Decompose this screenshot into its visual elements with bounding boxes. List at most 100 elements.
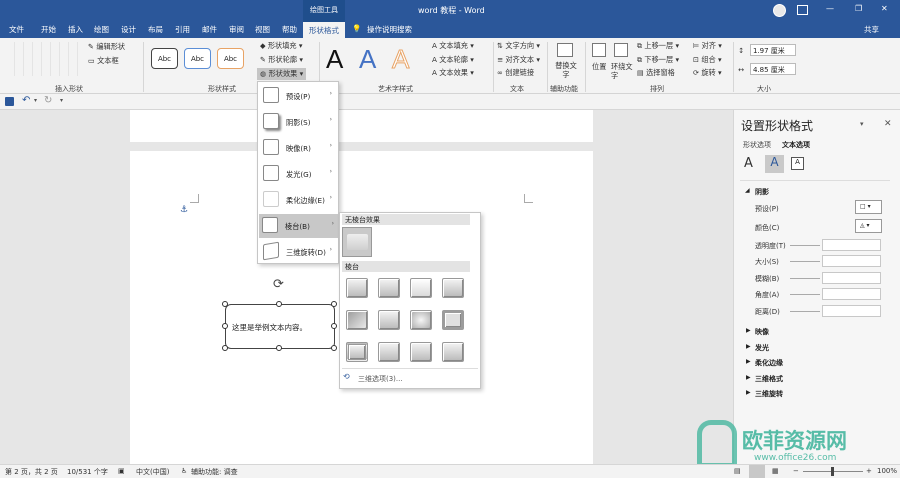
bevel-riblet[interactable]: [378, 342, 400, 362]
alt-text-icon[interactable]: [557, 43, 573, 57]
bevel-angle[interactable]: [346, 310, 368, 330]
create-link-button[interactable]: ∞ 创建链接: [497, 68, 534, 78]
menu-item-soft-edges[interactable]: 柔化边缘(E) ›: [260, 188, 336, 212]
align-button[interactable]: ⊨ 对齐 ▾: [693, 41, 722, 51]
bevel-cross[interactable]: [410, 278, 432, 298]
text-effects-icon[interactable]: A: [765, 155, 784, 173]
proofing-icon[interactable]: ▣: [118, 467, 125, 475]
text-box-button[interactable]: ▭ 文本框: [88, 56, 119, 66]
word-count[interactable]: 10/531 个字: [67, 467, 108, 477]
page-count[interactable]: 第 2 页，共 2 页: [5, 467, 58, 477]
size-input[interactable]: [822, 255, 881, 267]
resize-handle-b[interactable]: [276, 345, 282, 351]
restore-button[interactable]: ❐: [855, 4, 862, 13]
share-button[interactable]: 共享: [864, 24, 879, 35]
pane-close-icon[interactable]: ✕: [884, 119, 892, 129]
zoom-level[interactable]: 100%: [877, 467, 897, 475]
close-button[interactable]: ✕: [881, 4, 888, 13]
wordart-style-1[interactable]: A: [326, 44, 343, 75]
shape-effects-button[interactable]: ◍ 形状效果 ▾: [257, 68, 307, 80]
text-box-icon[interactable]: A: [791, 157, 804, 170]
transparency-slider[interactable]: [790, 245, 820, 246]
tab-review[interactable]: 审阅: [229, 24, 244, 35]
style-abc-3[interactable]: Abc: [217, 48, 244, 69]
size-slider[interactable]: [790, 261, 820, 262]
tab-text-options[interactable]: 文本选项: [782, 140, 810, 150]
bevel-slope[interactable]: [442, 310, 464, 330]
print-layout-icon[interactable]: [749, 465, 765, 478]
section-reflection[interactable]: 映像: [755, 327, 769, 337]
resize-handle-br[interactable]: [331, 345, 337, 351]
distance-slider[interactable]: [790, 311, 820, 312]
shape-fill-button[interactable]: ◆ 形状填充 ▾: [260, 41, 302, 51]
resize-handle-t[interactable]: [276, 301, 282, 307]
tab-layout[interactable]: 布局: [148, 24, 163, 35]
distance-input[interactable]: [822, 305, 881, 317]
section-3d-rotation[interactable]: 三维旋转: [755, 389, 783, 399]
tab-design[interactable]: 设计: [121, 24, 136, 35]
align-text-button[interactable]: ≡ 对齐文本 ▾: [497, 55, 540, 65]
undo-icon[interactable]: ↶: [22, 95, 30, 106]
menu-item-bevel[interactable]: 棱台(B) ›: [259, 214, 338, 238]
text-direction-button[interactable]: ⇅ 文字方向 ▾: [497, 41, 540, 51]
selection-pane-button[interactable]: ▤ 选择窗格: [637, 68, 675, 78]
section-shadow[interactable]: 阴影: [755, 187, 769, 197]
tab-view[interactable]: 视图: [255, 24, 270, 35]
rotate-handle-icon[interactable]: ⟳: [273, 277, 284, 292]
zoom-in-button[interactable]: +: [866, 467, 872, 475]
rotate-button[interactable]: ⟳ 旋转 ▾: [693, 68, 722, 78]
bevel-hard-edge[interactable]: [410, 342, 432, 362]
edit-shape-button[interactable]: ✎ 编辑形状: [88, 42, 125, 52]
position-label[interactable]: 位置: [592, 62, 606, 72]
transparency-input[interactable]: [822, 239, 881, 251]
minimize-button[interactable]: —: [826, 4, 834, 13]
color-picker[interactable]: ◬ ▾: [855, 219, 882, 233]
tab-insert[interactable]: 插入: [68, 24, 83, 35]
shape-width-input[interactable]: 4.85 厘米: [750, 63, 796, 75]
text-fill-button[interactable]: A 文本填充 ▾: [432, 41, 474, 51]
send-backward-button[interactable]: ⧉ 下移一层 ▾: [637, 55, 679, 65]
shape-height-input[interactable]: 1.97 厘米: [750, 44, 796, 56]
customize-qat-icon[interactable]: ▾: [60, 97, 63, 104]
resize-handle-l[interactable]: [222, 323, 228, 329]
web-layout-icon[interactable]: ▦: [772, 467, 779, 475]
zoom-slider-thumb[interactable]: [831, 467, 834, 476]
resize-handle-tr[interactable]: [331, 301, 337, 307]
rounded-rectangle-shape[interactable]: 这里是举例文本内容。: [225, 304, 335, 349]
bevel-divot[interactable]: [346, 342, 368, 362]
resize-handle-bl[interactable]: [222, 345, 228, 351]
text-outline-button[interactable]: A 文本轮廓 ▾: [432, 55, 474, 65]
bring-forward-button[interactable]: ⧉ 上移一层 ▾: [637, 41, 679, 51]
group-button[interactable]: ⊡ 组合 ▾: [693, 55, 722, 65]
anchor-icon[interactable]: ⚓: [180, 205, 188, 215]
menu-item-reflection[interactable]: 映像(R) ›: [260, 136, 336, 160]
bevel-cool-slant[interactable]: [442, 278, 464, 298]
ribbon-display-options-icon[interactable]: [797, 5, 808, 15]
text-fill-outline-icon[interactable]: A: [744, 156, 753, 171]
shape-outline-button[interactable]: ✎ 形状轮廓 ▾: [260, 55, 303, 65]
resize-handle-tl[interactable]: [222, 301, 228, 307]
tab-home[interactable]: 开始: [41, 24, 56, 35]
bevel-convex[interactable]: [410, 310, 432, 330]
tell-me-search[interactable]: 操作说明搜索: [367, 24, 412, 35]
wordart-style-2[interactable]: A: [359, 44, 376, 75]
section-3d-format[interactable]: 三维格式: [755, 374, 783, 384]
zoom-out-button[interactable]: −: [793, 467, 799, 475]
read-mode-icon[interactable]: ▤: [734, 467, 741, 475]
bevel-art-deco[interactable]: [442, 342, 464, 362]
bevel-circle[interactable]: [346, 278, 368, 298]
language[interactable]: 中文(中国): [136, 467, 169, 477]
tab-mailings[interactable]: 邮件: [202, 24, 217, 35]
save-icon[interactable]: [5, 97, 14, 106]
blur-input[interactable]: [822, 272, 881, 284]
shapes-gallery[interactable]: [6, 42, 80, 76]
accessibility-status[interactable]: 辅助功能: 调查: [191, 467, 238, 477]
menu-item-preset[interactable]: 预设(P) ›: [260, 84, 336, 108]
angle-input[interactable]: [822, 288, 881, 300]
tab-draw[interactable]: 绘图: [94, 24, 109, 35]
menu-item-3d-rotation[interactable]: 三维旋转(D) ›: [260, 240, 336, 264]
menu-item-glow[interactable]: 发光(G) ›: [260, 162, 336, 186]
tab-help[interactable]: 帮助: [282, 24, 297, 35]
undo-dropdown-icon[interactable]: ▾: [34, 97, 37, 104]
user-avatar-icon[interactable]: [773, 4, 786, 17]
